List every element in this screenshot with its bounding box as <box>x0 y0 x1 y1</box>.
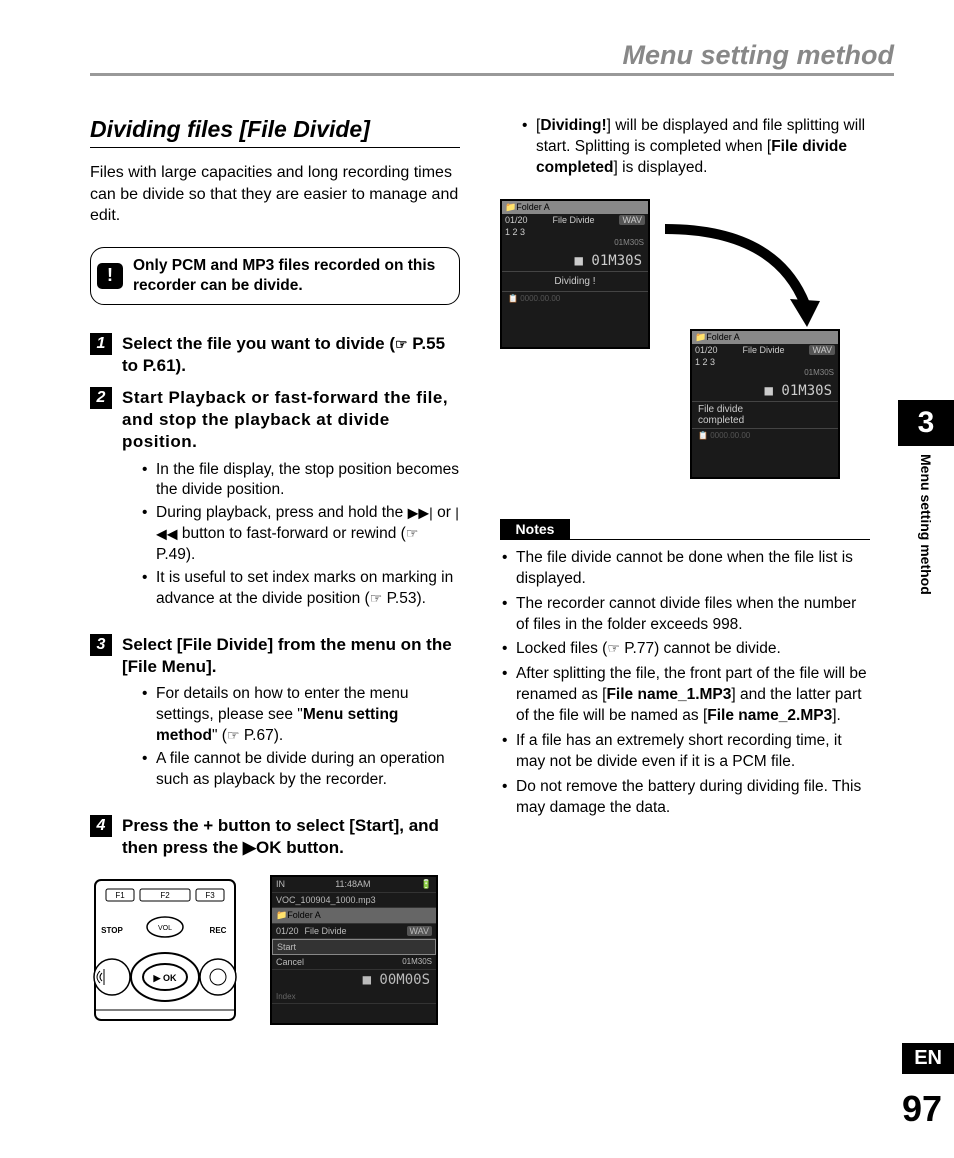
note-item: Locked files (☞ P.77) cannot be divide. <box>500 639 870 660</box>
svg-text:F3: F3 <box>205 891 215 900</box>
play-icon: ▶ <box>243 838 256 857</box>
dividing-result-text: [Dividing!] will be displayed and file s… <box>536 116 870 179</box>
language-badge: EN <box>902 1043 954 1074</box>
note-item: The recorder cannot divide files when th… <box>500 594 870 636</box>
svg-text:VOL: VOL <box>158 925 172 932</box>
fast-forward-icon: ▶▶| <box>408 505 433 521</box>
step-3-title: Select [File Divide] from the menu on th… <box>122 634 460 678</box>
svg-text:STOP: STOP <box>101 926 123 935</box>
svg-text:REC: REC <box>210 926 227 935</box>
step-4-title: Press the + button to select [Start], an… <box>122 815 460 859</box>
page-number: 97 <box>902 1088 942 1130</box>
warning-text: Only PCM and MP3 files recorded on this … <box>133 256 445 296</box>
step-2: 2 Start Playback or fast-forward the fil… <box>90 387 460 624</box>
bullet-item: It is useful to set index marks on marki… <box>142 568 460 610</box>
step-number: 2 <box>90 387 112 409</box>
note-item: Do not remove the battery during dividin… <box>500 777 870 819</box>
intro-text: Files with large capacities and long rec… <box>90 162 460 227</box>
svg-text:▶ OK: ▶ OK <box>153 973 177 983</box>
chapter-number: 3 <box>898 400 954 446</box>
step-1: 1 Select the file you want to divide (☞ … <box>90 333 460 377</box>
page-header-title: Menu setting method <box>90 40 894 76</box>
note-item: After splitting the file, the front part… <box>500 664 870 727</box>
chapter-label: Menu setting method <box>918 446 934 603</box>
pointer-icon: ☞ <box>395 336 408 352</box>
lcd-screen-start: IN11:48AM🔋 VOC_100904_1000.mp3 📁Folder A… <box>270 875 438 1025</box>
svg-text:F2: F2 <box>160 891 170 900</box>
step-number: 3 <box>90 634 112 656</box>
note-item: The file divide cannot be done when the … <box>500 548 870 590</box>
recorder-device-illustration: F1 F2 F3 VOL STOP REC ▶ OK <box>90 875 240 1025</box>
svg-text:F1: F1 <box>115 891 125 900</box>
bullet-item: During playback, press and hold the ▶▶| … <box>142 503 460 566</box>
section-title: Dividing files [File Divide] <box>90 116 460 148</box>
pointer-icon: ☞ <box>406 525 419 541</box>
step-number: 1 <box>90 333 112 355</box>
step-4: 4 Press the + button to select [Start], … <box>90 815 460 859</box>
pointer-icon: ☞ <box>370 590 383 606</box>
step-3: 3 Select [File Divide] from the menu on … <box>90 634 460 805</box>
lcd-screen-completed: 📁Folder A 01/20File DivideWAV 1 2 3 01M3… <box>690 329 840 479</box>
chapter-side-tab: 3 Menu setting method <box>898 400 954 603</box>
bullet-item: A file cannot be divide during an operat… <box>142 749 460 791</box>
lcd-screen-dividing: 📁Folder A 01/20File DivideWAV 1 2 3 01M3… <box>500 199 650 349</box>
bullet-item: In the file display, the stop position b… <box>142 460 460 502</box>
note-item: If a file has an extremely short recordi… <box>500 731 870 773</box>
warning-box: ! Only PCM and MP3 files recorded on thi… <box>90 247 460 305</box>
step-1-title: Select the file you want to divide (☞ P.… <box>122 333 460 377</box>
transition-arrow-icon <box>655 209 825 339</box>
notes-header: Notes <box>500 519 570 539</box>
warning-icon: ! <box>97 263 123 289</box>
pointer-icon: ☞ <box>227 727 240 743</box>
notes-section: Notes The file divide cannot be done whe… <box>500 519 870 819</box>
step-number: 4 <box>90 815 112 837</box>
screen-transition: 📁Folder A 01/20File DivideWAV 1 2 3 01M3… <box>500 199 870 479</box>
bullet-item: For details on how to enter the menu set… <box>142 684 460 747</box>
pointer-icon: ☞ <box>607 640 620 656</box>
step-2-title: Start Playback or fast-forward the file,… <box>122 387 460 453</box>
